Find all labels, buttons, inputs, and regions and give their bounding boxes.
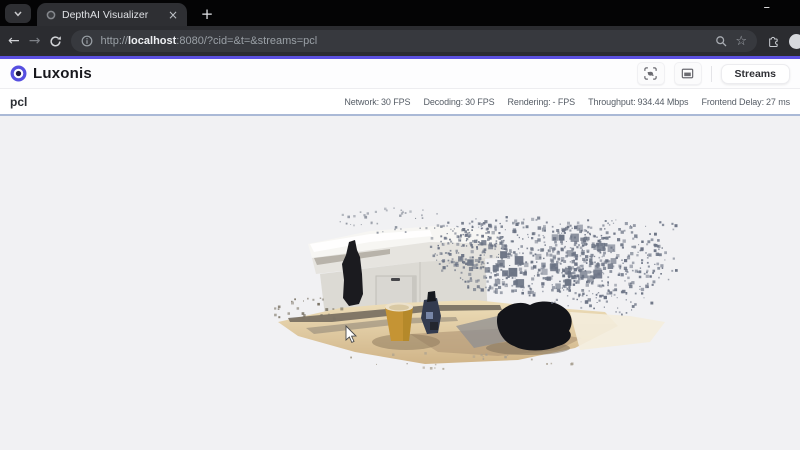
toy-base — [430, 322, 438, 330]
chevron-down-icon — [13, 10, 23, 18]
brand-name: Luxonis — [33, 65, 92, 82]
new-tab-button[interactable]: + — [196, 3, 218, 25]
zoom-page-icon[interactable] — [715, 35, 728, 48]
reload-icon[interactable] — [49, 35, 62, 48]
app-header: Luxonis — [0, 59, 800, 89]
tab-title: DepthAI Visualizer — [62, 9, 162, 21]
url-scheme: http:// — [100, 35, 128, 47]
stream-name: pcl — [10, 95, 27, 109]
stream-stats-bar: pcl Network:30 FPS Decoding:30 FPS Rende… — [0, 89, 800, 114]
bookmark-star-icon[interactable]: ☆ — [735, 35, 747, 48]
pointcloud-viewport[interactable] — [0, 116, 800, 450]
tab-favicon — [46, 10, 56, 20]
browser-toolbar: ← → http://localhost:8080/?cid=&t=&strea… — [0, 26, 800, 56]
browser-tab[interactable]: DepthAI Visualizer × — [37, 3, 187, 26]
stats-list: Network:30 FPS Decoding:30 FPS Rendering… — [344, 97, 790, 107]
stat-throughput: Throughput:934.44 Mbps — [588, 97, 688, 107]
focus-view-button[interactable] — [637, 62, 665, 85]
forward-icon[interactable]: → — [29, 34, 41, 48]
stat-frontend-delay: Frontend Delay:27 ms — [701, 97, 790, 107]
pointcloud-scene[interactable] — [270, 200, 690, 375]
stat-rendering: Rendering:- FPS — [508, 97, 576, 107]
cabinet-handle — [391, 278, 400, 281]
address-bar[interactable]: http://localhost:8080/?cid=&t=&streams=p… — [71, 30, 757, 52]
header-divider — [711, 66, 712, 82]
panel-layout-button[interactable] — [674, 62, 702, 85]
tab-search-button[interactable] — [5, 4, 31, 23]
stat-decoding: Decoding:30 FPS — [423, 97, 494, 107]
back-icon[interactable]: ← — [8, 34, 20, 48]
toy-head — [427, 291, 436, 302]
focus-scan-icon — [643, 66, 658, 81]
streams-button[interactable]: Streams — [721, 64, 790, 84]
browser-window: DepthAI Visualizer × + – ← → http://loca… — [0, 0, 800, 450]
tab-strip: DepthAI Visualizer × + – — [0, 0, 800, 26]
stat-network: Network:30 FPS — [344, 97, 410, 107]
profile-avatar[interactable] — [789, 34, 800, 49]
url-path: :8080/?cid=&t=&streams=pcl — [176, 35, 317, 47]
url-host: localhost — [128, 35, 176, 47]
panel-bottom-icon — [680, 66, 695, 81]
url-text: http://localhost:8080/?cid=&t=&streams=p… — [100, 35, 708, 47]
luxonis-logo-icon — [10, 65, 27, 82]
extensions-icon[interactable] — [766, 34, 780, 49]
bucket-interior — [389, 305, 409, 311]
header-actions: Streams — [637, 62, 790, 85]
window-minimize-button[interactable]: – — [764, 0, 771, 15]
tab-close-icon[interactable]: × — [168, 9, 178, 21]
page-content: Luxonis — [0, 56, 800, 450]
toy-highlight — [426, 312, 433, 319]
site-info-icon[interactable] — [81, 35, 93, 47]
floor-pale-right — [570, 312, 665, 350]
